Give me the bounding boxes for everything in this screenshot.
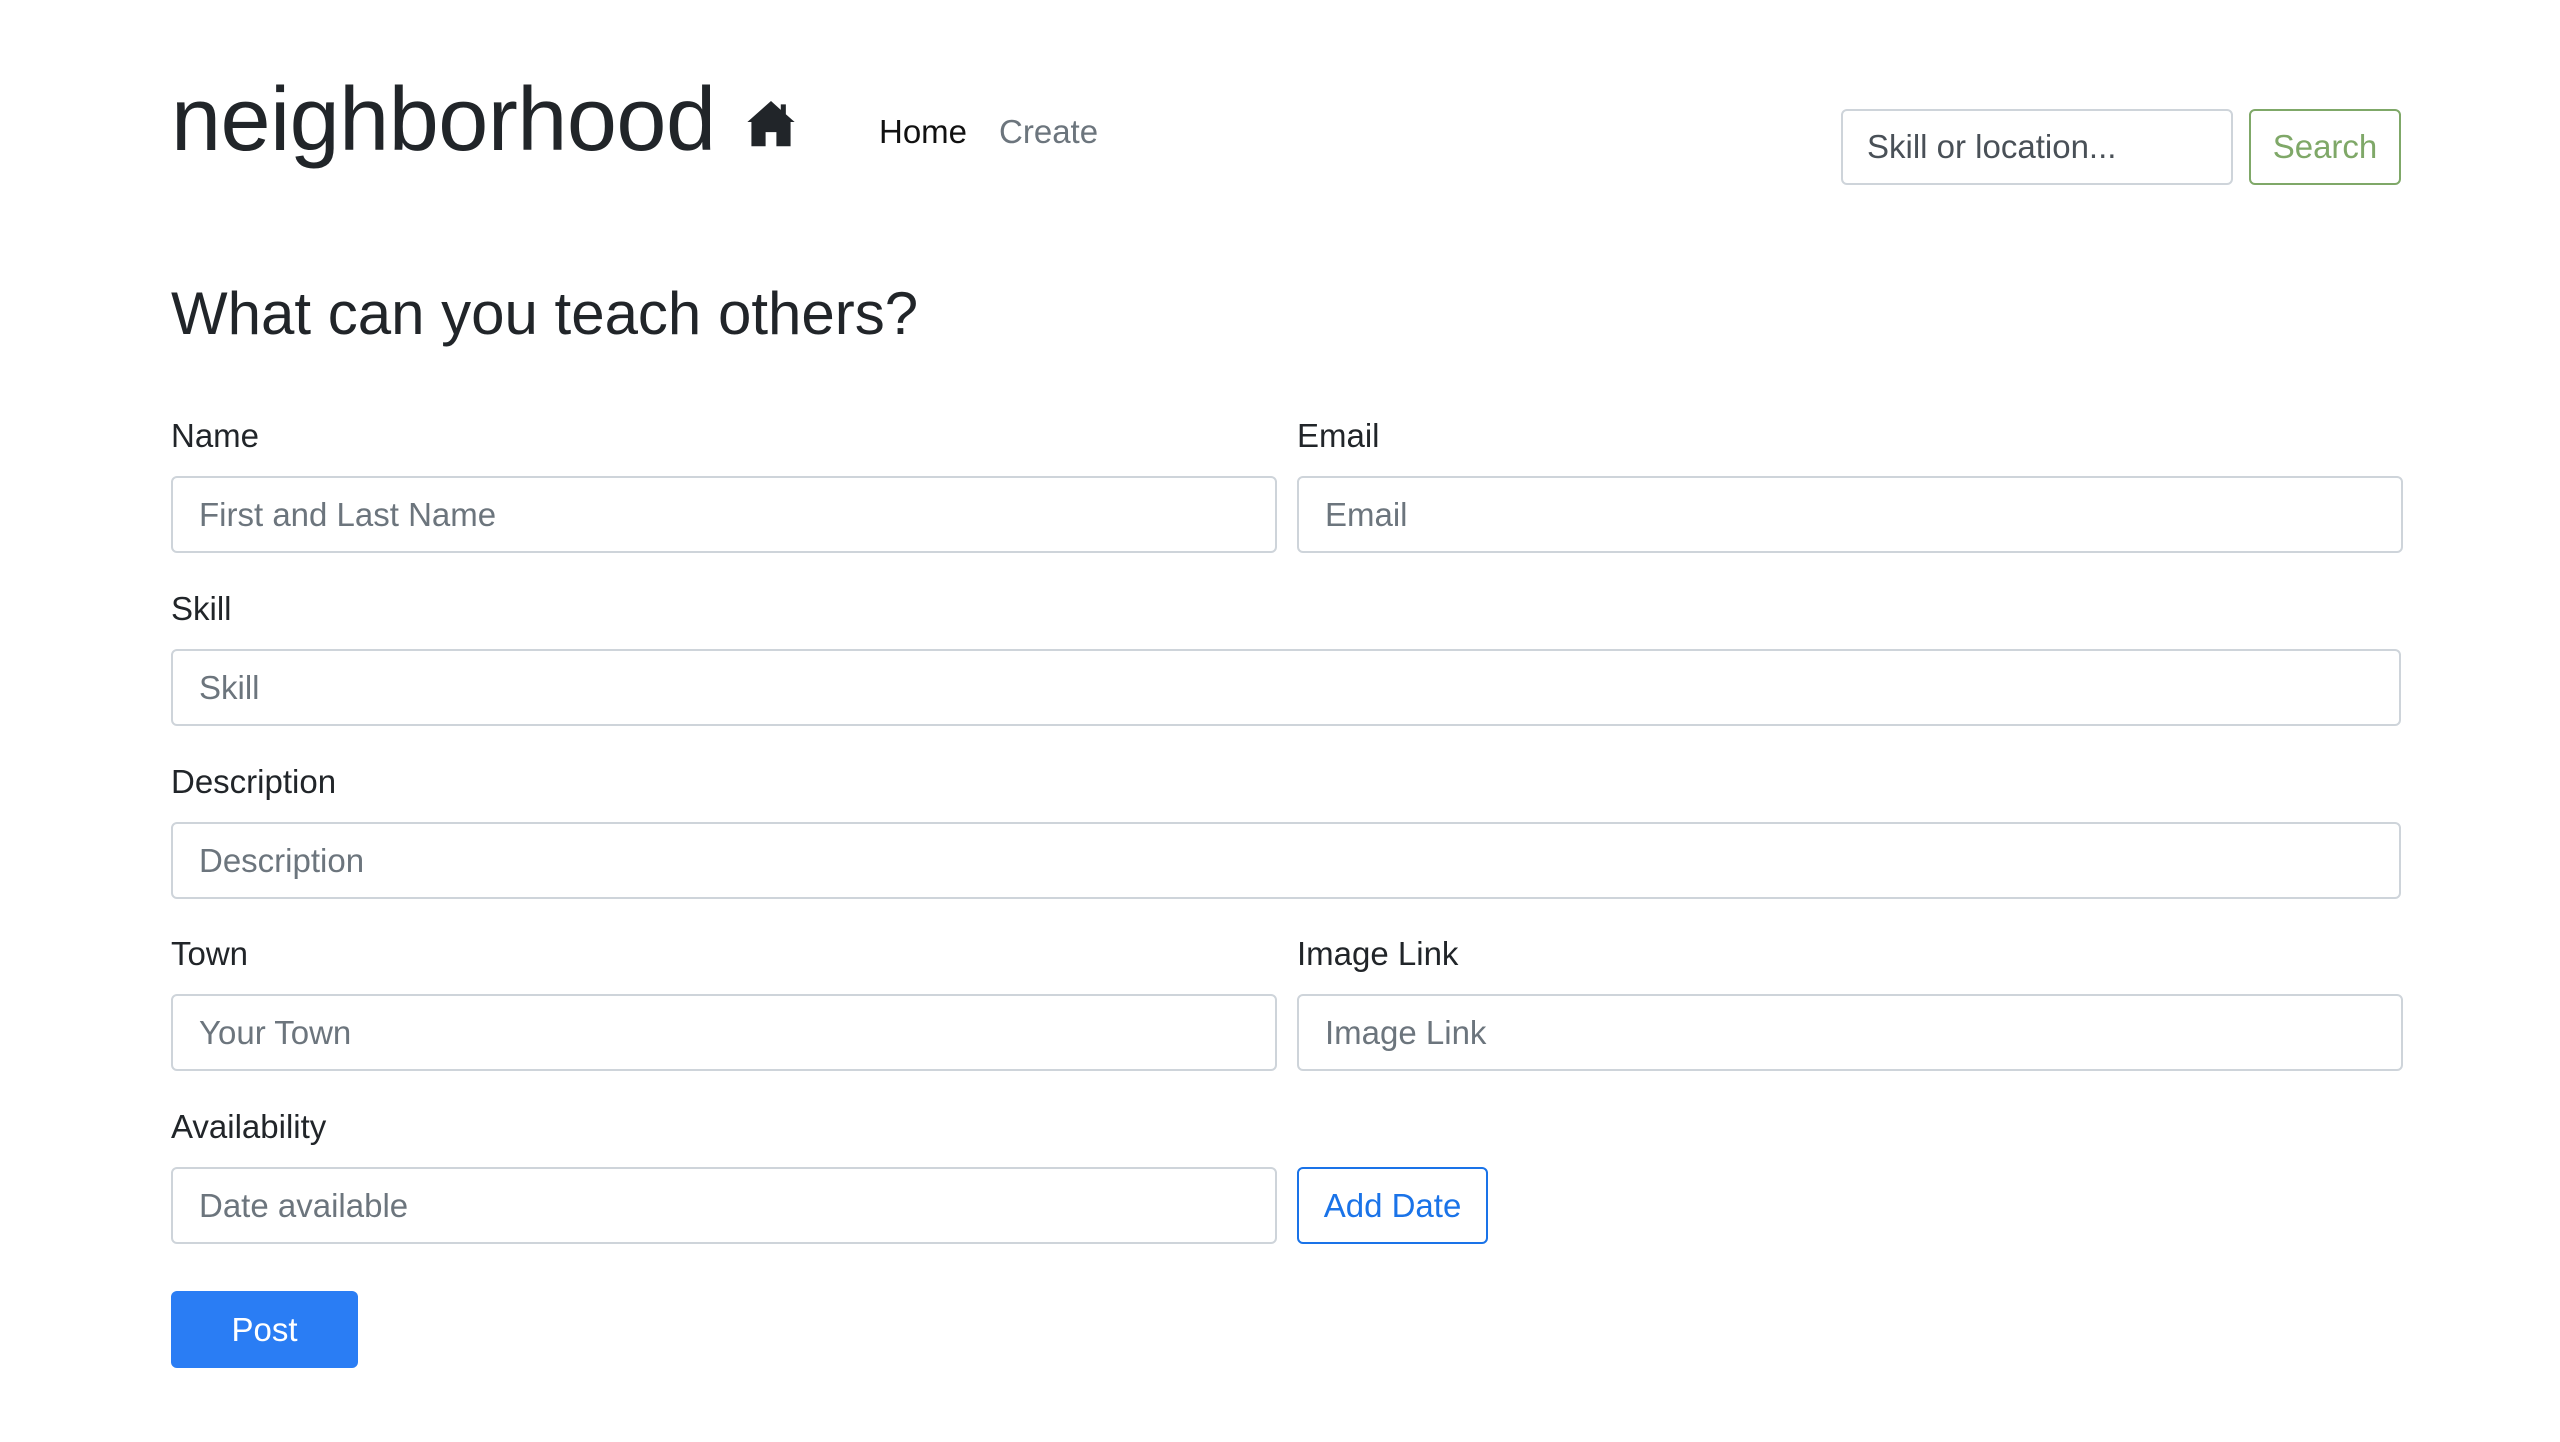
- post-button[interactable]: Post: [171, 1291, 358, 1368]
- town-label: Town: [171, 935, 249, 972]
- image-link-label: Image Link: [1297, 935, 1459, 972]
- brand-link[interactable]: neighborhood: [171, 60, 798, 180]
- page-title: What can you teach others?: [171, 280, 919, 347]
- skill-label: Skill: [171, 590, 232, 627]
- search-input[interactable]: [1841, 109, 2233, 185]
- image-link-input[interactable]: [1297, 994, 2403, 1071]
- search-form: Search: [1841, 109, 2401, 185]
- page-container: neighborhood Home Create Search What can…: [171, 0, 2403, 1368]
- name-label: Name: [171, 417, 260, 454]
- navbar: neighborhood Home Create Search: [171, 0, 2401, 200]
- nav-create-link[interactable]: Create: [999, 108, 1098, 156]
- main-nav: Home Create: [879, 108, 1098, 156]
- name-field-group: Name: [171, 412, 1277, 553]
- add-date-button[interactable]: Add Date: [1297, 1167, 1488, 1244]
- description-field-group: Description: [171, 758, 2401, 899]
- availability-input[interactable]: [171, 1167, 1277, 1244]
- description-label: Description: [171, 763, 337, 800]
- skill-input[interactable]: [171, 649, 2401, 726]
- town-field-group: Town: [171, 930, 1277, 1071]
- email-field-group: Email: [1297, 412, 2403, 553]
- email-input[interactable]: [1297, 476, 2403, 553]
- image-link-field-group: Image Link: [1297, 930, 2403, 1071]
- skill-field-group: Skill: [171, 585, 2401, 726]
- email-label: Email: [1297, 417, 1380, 454]
- search-button[interactable]: Search: [2249, 109, 2401, 185]
- brand-name: neighborhood: [171, 70, 716, 170]
- name-input[interactable]: [171, 476, 1277, 553]
- home-icon: [744, 97, 798, 151]
- description-input[interactable]: [171, 822, 2401, 899]
- town-input[interactable]: [171, 994, 1277, 1071]
- nav-home-link[interactable]: Home: [879, 108, 967, 156]
- availability-label: Availability: [171, 1108, 327, 1145]
- availability-field-group: Availability: [171, 1103, 1277, 1244]
